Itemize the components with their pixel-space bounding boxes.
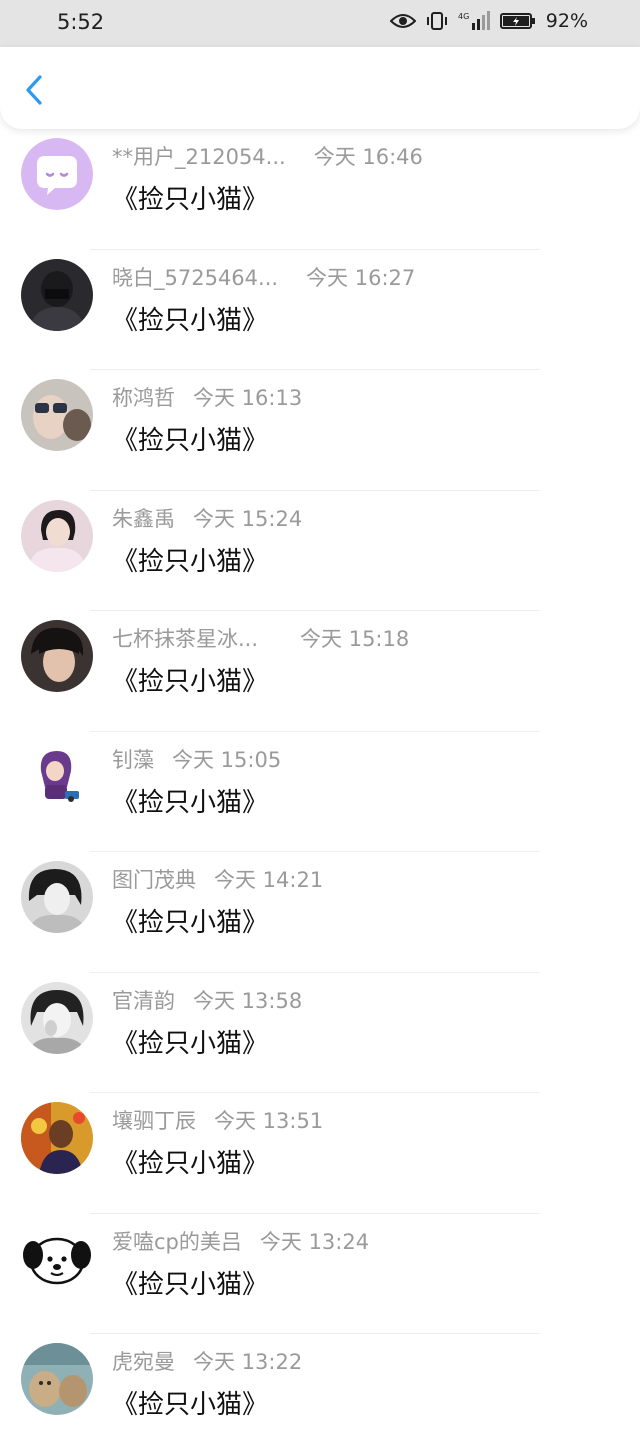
item-meta: **用户_212054... 今天 16:46 (112, 141, 423, 171)
timestamp: 今天 14:21 (214, 868, 324, 892)
item-meta: 晓白_5725464... 今天 16:27 (112, 262, 415, 292)
item-meta: 钊藻 今天 15:05 (112, 744, 281, 774)
item-meta: 壤驷丁辰 今天 13:51 (112, 1105, 323, 1135)
timestamp: 今天 13:24 (259, 1229, 370, 1254)
timestamp: 今天 13:51 (214, 1109, 324, 1133)
signal-icon: 4G (458, 11, 490, 30)
message-text: 《捡只小猫》 (112, 1149, 269, 1179)
user-name: 图门茂典 (112, 868, 196, 892)
user-photo-icon (21, 861, 93, 933)
user-photo-icon (21, 981, 93, 1054)
timestamp: 今天 13:58 (193, 988, 303, 1013)
item-meta: 朱鑫禹 今天 15:24 (112, 503, 302, 533)
list-item[interactable]: 官清韵 今天 13:58 《捡只小猫》 (0, 973, 640, 1093)
timestamp: 今天 13:22 (193, 1350, 303, 1374)
avatar[interactable] (21, 1102, 93, 1174)
avatar[interactable] (21, 1343, 93, 1415)
status-time: 5:52 (57, 10, 105, 34)
cartoon-dog-icon (21, 1222, 93, 1295)
list-item[interactable]: 壤驷丁辰 今天 13:51 《捡只小猫》 (0, 1093, 640, 1214)
avatar[interactable] (21, 258, 93, 331)
user-name: 钊藻 (112, 747, 154, 772)
user-name: 朱鑫禹 (112, 506, 175, 531)
message-list: **用户_212054... 今天 16:46 《捡只小猫》 晓白_5725464… (0, 129, 640, 1455)
message-text: 《捡只小猫》 (112, 305, 269, 336)
timestamp: 今天 16:13 (193, 386, 303, 410)
list-item[interactable]: 虎宛曼 今天 13:22 《捡只小猫》 (0, 1334, 640, 1455)
user-name: 晓白_5725464... (112, 265, 279, 290)
message-text: 《捡只小猫》 (112, 667, 269, 697)
list-item[interactable]: 称鸿哲 今天 16:13 《捡只小猫》 (0, 370, 640, 491)
item-meta: 爱嗑cp的美吕 今天 13:24 (112, 1226, 369, 1256)
avatar[interactable] (21, 740, 93, 813)
vibrate-icon (426, 12, 447, 30)
list-item[interactable]: **用户_212054... 今天 16:46 《捡只小猫》 (0, 129, 640, 250)
timestamp: 今天 15:18 (300, 627, 410, 651)
timestamp: 今天 15:05 (172, 747, 282, 772)
message-text: 《捡只小猫》 (112, 1269, 269, 1300)
back-button[interactable] (18, 73, 52, 107)
user-name: 壤驷丁辰 (112, 1109, 196, 1133)
list-item[interactable]: 晓白_5725464... 今天 16:27 《捡只小猫》 (0, 250, 640, 370)
avatar[interactable] (21, 1222, 93, 1295)
timestamp: 今天 15:24 (193, 506, 303, 531)
avatar[interactable] (21, 620, 93, 692)
user-photo-icon (21, 620, 93, 692)
message-text: 《捡只小猫》 (112, 1390, 269, 1420)
message-text: 《捡只小猫》 (112, 908, 269, 938)
message-text: 《捡只小猫》 (112, 185, 269, 215)
item-meta: 图门茂典 今天 14:21 (112, 864, 323, 894)
message-text: 《捡只小猫》 (112, 426, 269, 456)
battery-percent: 92% (545, 10, 588, 32)
user-photo-icon (21, 379, 93, 451)
avatar[interactable] (21, 379, 93, 451)
user-photo-icon (21, 1102, 93, 1174)
user-name: 七杯抹茶星冰... (112, 627, 259, 651)
list-item[interactable]: 爱嗑cp的美吕 今天 13:24 《捡只小猫》 (0, 1214, 640, 1334)
user-name: 爱嗑cp的美吕 (112, 1229, 242, 1254)
cartoon-character-icon (21, 740, 93, 813)
svg-text:4G: 4G (458, 12, 469, 21)
status-bar: 5:52 4G 92% (0, 0, 640, 47)
item-meta: 七杯抹茶星冰... 今天 15:18 (112, 623, 409, 653)
item-meta: 官清韵 今天 13:58 (112, 985, 302, 1015)
user-name: 虎宛曼 (112, 1350, 175, 1374)
timestamp: 今天 16:46 (313, 145, 423, 169)
user-photo-icon (21, 1343, 93, 1415)
list-item[interactable]: 图门茂典 今天 14:21 《捡只小猫》 (0, 852, 640, 973)
user-photo-icon (21, 258, 93, 331)
message-text: 《捡只小猫》 (112, 1028, 269, 1059)
message-text: 《捡只小猫》 (112, 787, 269, 818)
list-item[interactable]: 钊藻 今天 15:05 《捡只小猫》 (0, 732, 640, 852)
nav-bar (0, 47, 640, 129)
user-name: 称鸿哲 (112, 386, 175, 410)
user-name: **用户_212054... (112, 145, 286, 169)
item-meta: 虎宛曼 今天 13:22 (112, 1346, 302, 1376)
timestamp: 今天 16:27 (306, 265, 416, 290)
message-text: 《捡只小猫》 (112, 546, 269, 577)
status-icons: 4G 92% (389, 10, 588, 32)
avatar[interactable] (21, 499, 93, 572)
list-item[interactable]: 七杯抹茶星冰... 今天 15:18 《捡只小猫》 (0, 611, 640, 732)
item-meta: 称鸿哲 今天 16:13 (112, 382, 302, 412)
avatar[interactable] (21, 861, 93, 933)
chat-bubble-avatar-icon (21, 138, 93, 210)
user-photo-icon (21, 499, 93, 572)
eye-icon (389, 14, 416, 28)
list-item[interactable]: 朱鑫禹 今天 15:24 《捡只小猫》 (0, 491, 640, 611)
avatar[interactable] (21, 138, 93, 210)
user-name: 官清韵 (112, 988, 175, 1013)
avatar[interactable] (21, 981, 93, 1054)
battery-icon (499, 13, 535, 29)
